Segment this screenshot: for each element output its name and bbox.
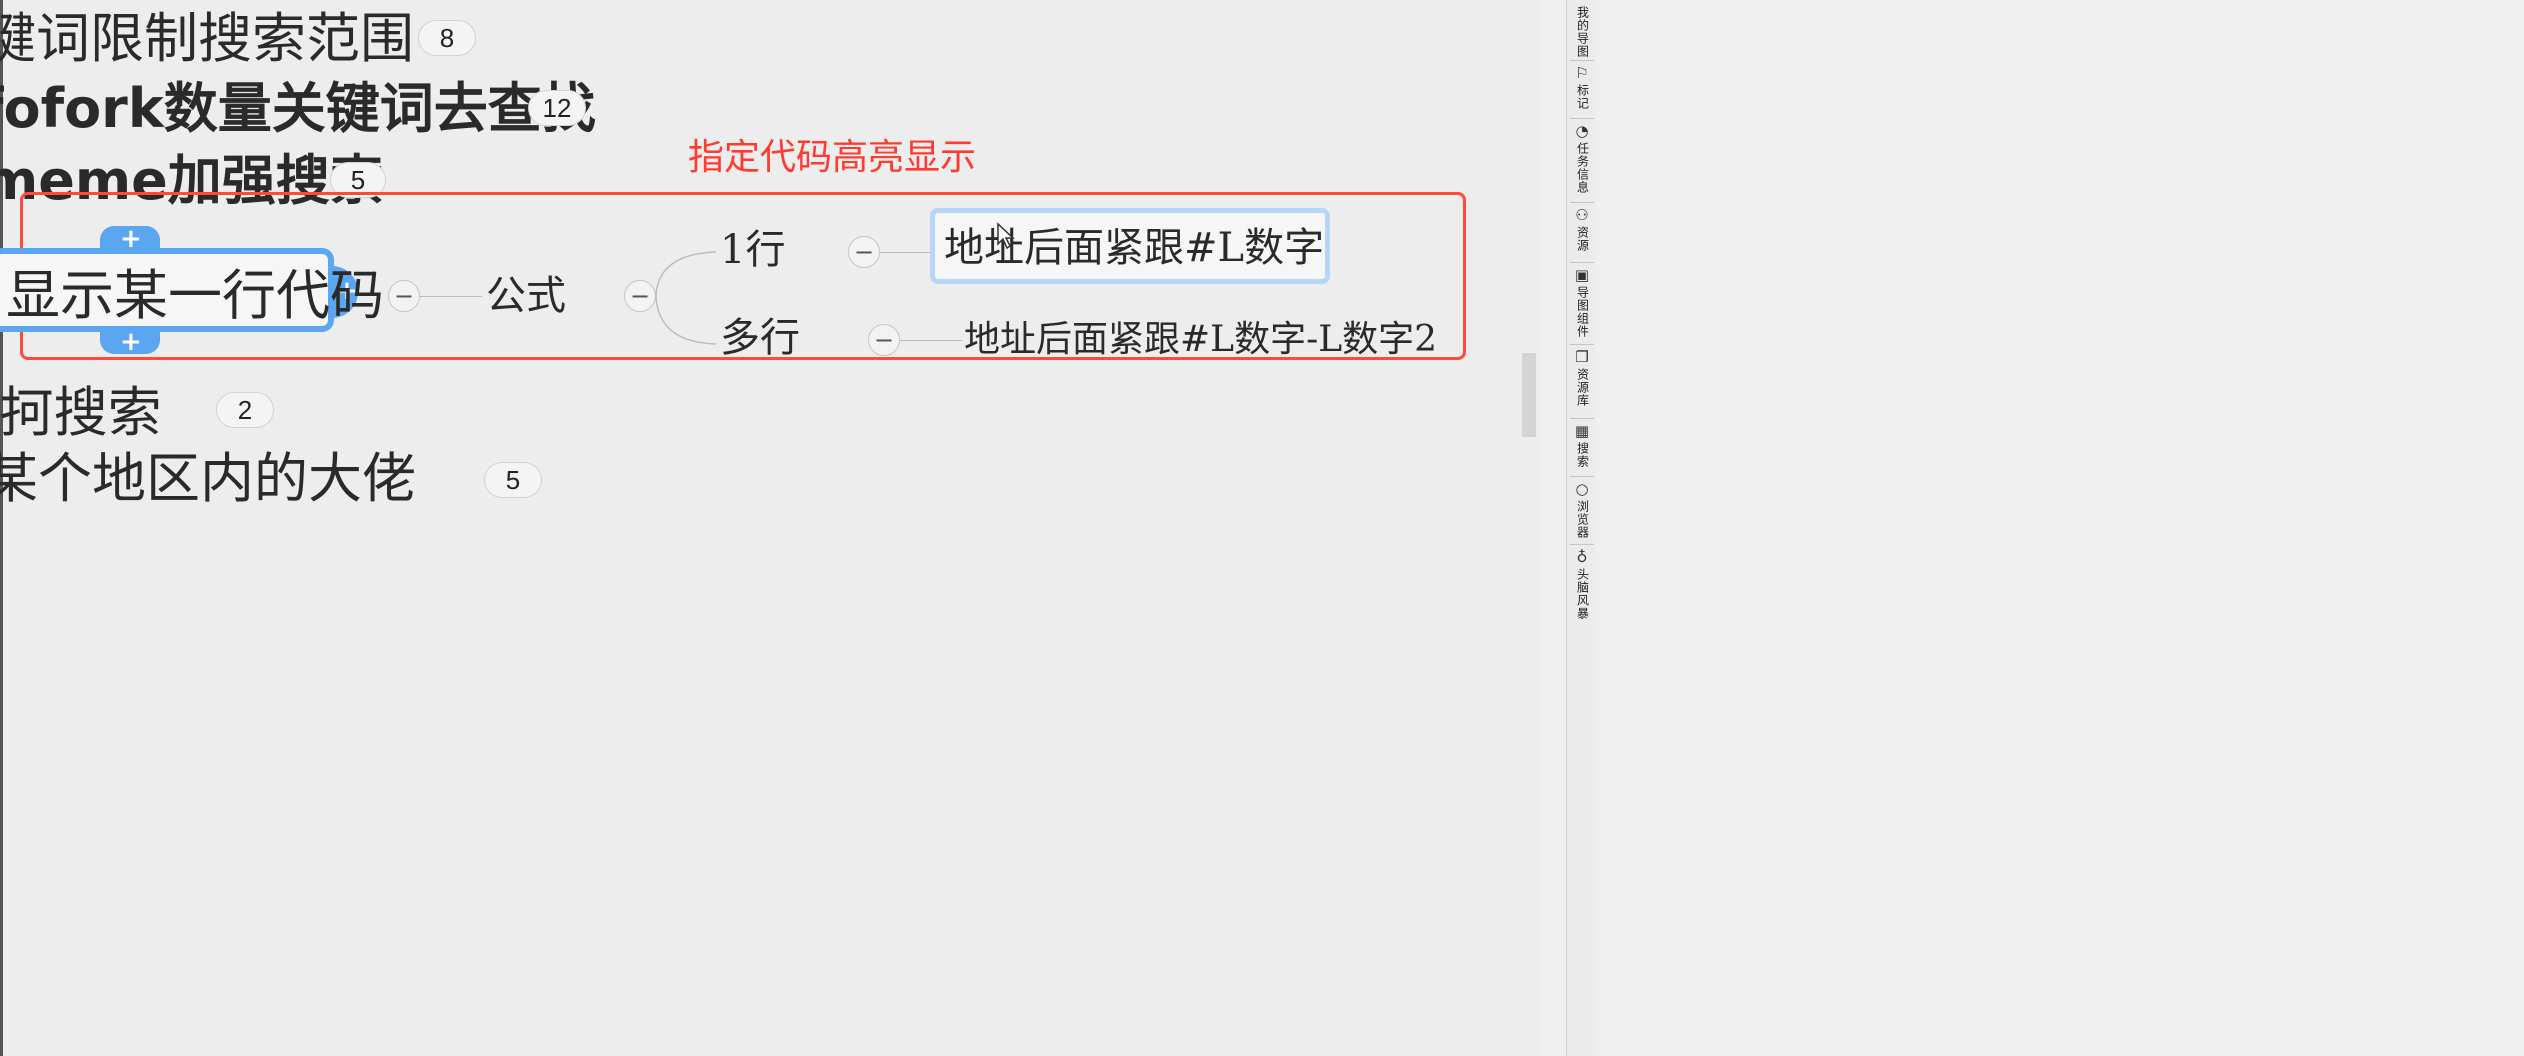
mindmap-canvas[interactable]: 键词限制搜索范围 8 fofork数量关键词去查找 12 meme加强搜索 5 …	[0, 0, 1540, 1056]
sidebar-item-brainstorm[interactable]: ♁ 头脑风暴	[1569, 548, 1595, 620]
collapse-button[interactable]: −	[848, 236, 880, 268]
connector-line	[420, 296, 482, 297]
sidebar-label: 资源库	[1575, 368, 1590, 407]
collapse-button[interactable]: −	[868, 324, 900, 356]
browser-icon: ○	[1575, 479, 1589, 498]
vertical-scrollbar-thumb[interactable]	[1522, 353, 1536, 437]
connector-line	[900, 340, 962, 341]
sidebar-item-markers[interactable]: ⚐ 标记	[1569, 64, 1595, 110]
sidebar-label: 任务信息	[1575, 142, 1590, 194]
component-icon: ▣	[1574, 265, 1590, 284]
sidebar-label: 我的导图	[1575, 6, 1590, 58]
cursor-arrow-icon	[997, 222, 1015, 250]
right-sidebar: 我的导图 ⚐ 标记 ◔ 任务信息 ⚇ 资源 ▣ 导图组件 ❐ 资源库 ▦ 搜索 …	[1566, 0, 1597, 1056]
detail-multi-line[interactable]: 地址后面紧跟#L数字-L数字2	[964, 322, 1437, 358]
sidebar-label: 导图组件	[1575, 286, 1590, 338]
topic-count-badge: 8	[418, 20, 476, 56]
connector-line	[880, 252, 932, 253]
sidebar-divider	[1570, 418, 1594, 419]
sidebar-item-task-info[interactable]: ◔ 任务信息	[1569, 122, 1595, 194]
central-topic-label: 显示某一行代码	[6, 263, 384, 327]
topic-fork-label: fofork数量关键词去查找	[0, 77, 596, 140]
user-icon: ⚇	[1575, 205, 1589, 224]
library-icon: ❐	[1575, 347, 1589, 366]
topic-within-search[interactable]: ᵅ抲搜索	[0, 386, 162, 440]
task-icon: ◔	[1575, 121, 1589, 140]
topic-keyword-scope[interactable]: 键词限制搜索范围	[0, 12, 414, 66]
sidebar-item-components[interactable]: ▣ 导图组件	[1569, 266, 1595, 338]
sidebar-divider	[1570, 476, 1594, 477]
sidebar-item-search[interactable]: ▦ 搜索	[1569, 422, 1595, 468]
topic-region-experts[interactable]: 某个地区内的大佬	[0, 452, 416, 506]
annotation-text: 指定代码高亮显示	[688, 137, 977, 178]
sidebar-label: 搜索	[1575, 442, 1590, 468]
sidebar-divider	[1570, 544, 1594, 545]
collapse-button[interactable]: −	[388, 280, 420, 312]
sidebar-label: 标记	[1575, 84, 1590, 110]
topic-count-badge: 12	[528, 90, 586, 126]
sidebar-item-library[interactable]: ❐ 资源库	[1569, 348, 1595, 407]
sidebar-divider	[1570, 60, 1594, 61]
central-topic-selected[interactable]: 显示某一行代码	[0, 248, 384, 332]
sidebar-divider	[1570, 344, 1594, 345]
branch-single-line[interactable]: 1行	[720, 230, 785, 270]
topic-formula[interactable]: 公式	[486, 276, 566, 316]
sidebar-label: 浏览器	[1575, 500, 1590, 539]
topic-count-badge: 5	[484, 462, 542, 498]
sidebar-divider	[1570, 202, 1594, 203]
sidebar-item-resources[interactable]: ⚇ 资源	[1569, 206, 1595, 252]
marker-icon: ⚐	[1575, 63, 1589, 82]
sidebar-label: 头脑风暴	[1575, 568, 1590, 620]
sidebar-divider	[1570, 118, 1594, 119]
sidebar-divider	[1570, 262, 1594, 263]
plus-icon: +	[120, 327, 142, 357]
topic-count-badge: 2	[216, 392, 274, 428]
topic-fork-keyword[interactable]: fofork数量关键词去查找	[0, 82, 596, 136]
sidebar-item-my-maps[interactable]: 我的导图	[1569, 4, 1595, 58]
branch-curves	[655, 251, 717, 345]
sidebar-label: 资源	[1575, 226, 1590, 252]
bulb-icon: ♁	[1576, 547, 1588, 566]
branch-multi-line[interactable]: 多行	[720, 318, 800, 358]
search-icon: ▦	[1574, 421, 1590, 440]
sidebar-item-browser[interactable]: ○ 浏览器	[1569, 480, 1595, 539]
empty-area	[1596, 0, 2524, 1056]
